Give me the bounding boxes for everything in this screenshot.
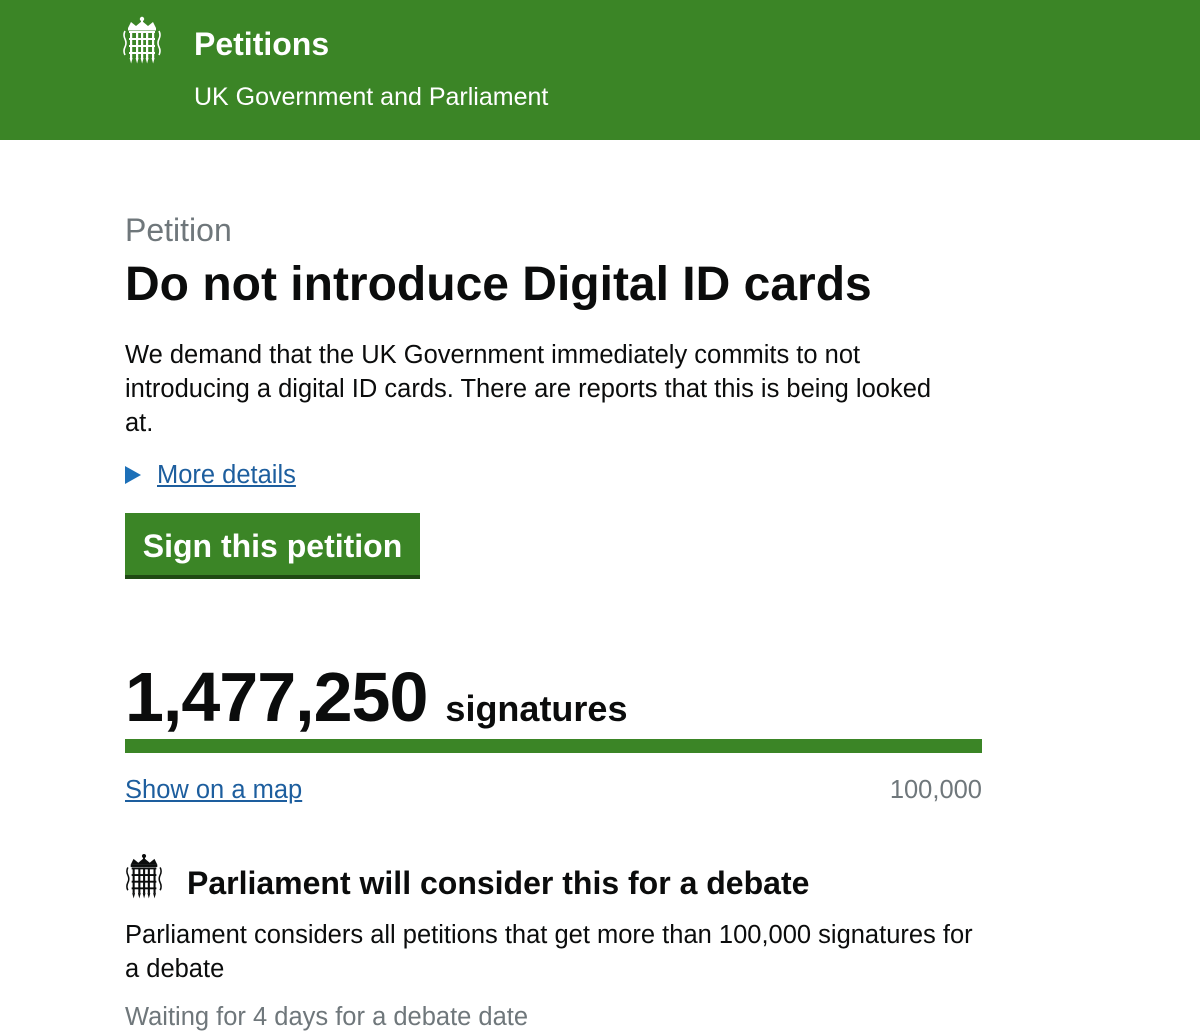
petition-description: We demand that the UK Government immedia… [125,341,932,437]
portcullis-icon [125,853,163,899]
portcullis-icon [122,16,162,64]
debate-description: Parliament considers all petitions that … [125,921,973,983]
signature-threshold: 100,000 [889,776,982,804]
site-title-link[interactable]: Petitions [194,24,329,64]
debate-status: Waiting for 4 days for a debate date [125,1003,529,1031]
more-details-link[interactable]: More details [157,458,296,492]
site-subtitle: UK Government and Parliament [194,83,549,111]
show-on-map-link[interactable]: Show on a map [125,773,302,807]
debate-heading: Parliament will consider this for a deba… [187,865,810,901]
signature-progress-fill [125,739,982,753]
page-caption: Petition [125,212,232,248]
more-details-toggle[interactable]: More details [125,458,296,492]
triangle-right-icon [125,466,141,484]
sign-petition-button[interactable]: Sign this petition [125,513,420,579]
signature-count: 1,477,250 [125,658,428,736]
petition-title: Do not introduce Digital ID cards [125,258,872,311]
site-header: Petitions UK Government and Parliament [0,0,1200,140]
signature-count-label: signatures [445,688,628,729]
signature-count-row: 1,477,250 signatures [125,657,627,737]
signature-progress-bar [125,739,982,753]
